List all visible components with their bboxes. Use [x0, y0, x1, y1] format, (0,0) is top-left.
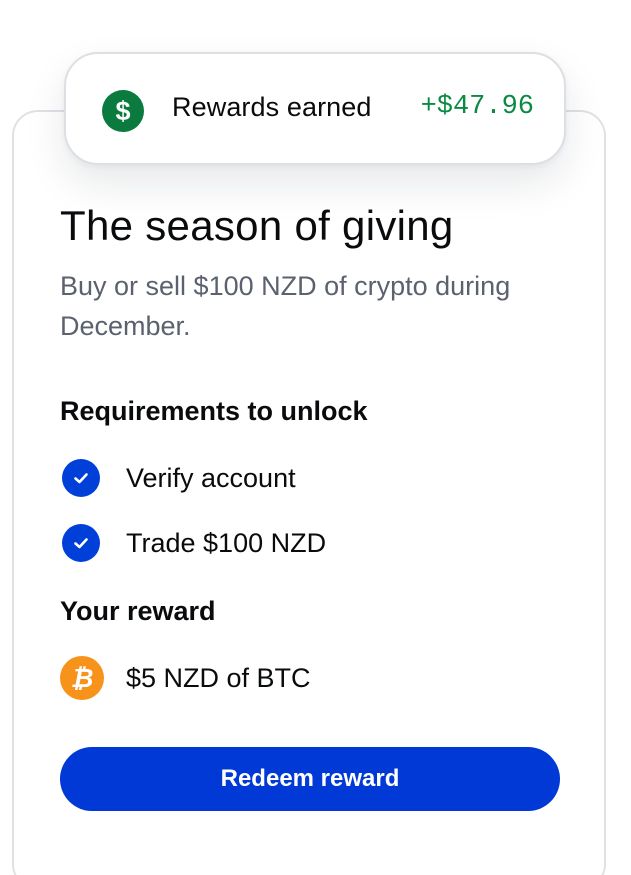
svg-text:$: $ — [115, 96, 130, 126]
reward-item: ₿ $5 NZD of BTC — [60, 656, 311, 700]
requirement-item-trade: Trade $100 NZD — [62, 523, 326, 563]
requirements-heading: Requirements to unlock — [60, 396, 368, 426]
promo-subtitle: Buy or sell $100 NZD of crypto during De… — [60, 271, 511, 341]
rewards-earned-label: Rewards earned — [172, 92, 372, 122]
requirement-label: Verify account — [126, 462, 296, 493]
redeem-reward-button[interactable]: Redeem reward — [60, 747, 560, 811]
svg-text:₿: ₿ — [71, 663, 94, 693]
requirement-item-verify-account: Verify account — [62, 458, 296, 498]
promo-title: The season of giving — [60, 202, 454, 249]
reward-label: $5 NZD of BTC — [126, 662, 311, 693]
checkmark-circle-icon — [62, 524, 100, 562]
rewards-earned-pill: $ Rewards earned +$47.96 — [64, 52, 566, 165]
requirement-label: Trade $100 NZD — [126, 527, 327, 558]
your-reward-heading: Your reward — [60, 596, 216, 626]
rewards-earned-amount: +$47.96 — [420, 92, 534, 122]
checkmark-circle-icon — [62, 459, 100, 497]
bitcoin-icon: ₿ — [60, 656, 104, 700]
reward-screen: $ Rewards earned +$47.96 The season of g… — [0, 0, 631, 875]
dollar-sign-icon: $ — [102, 90, 144, 132]
